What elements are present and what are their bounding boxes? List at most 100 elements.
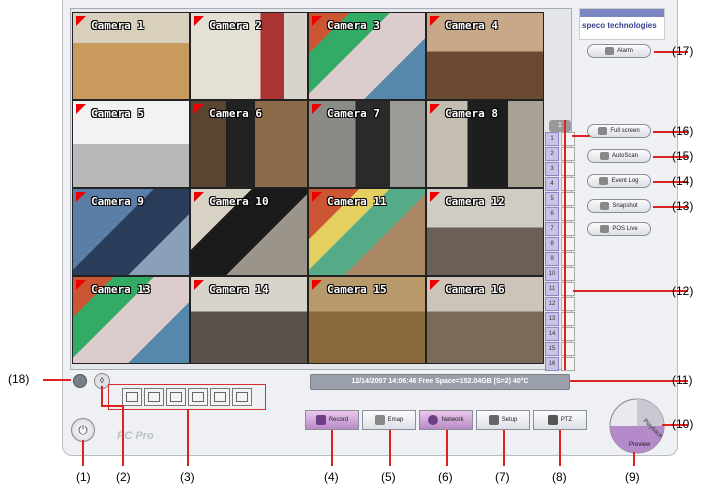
camera-tile[interactable]: Camera 1 xyxy=(72,12,190,100)
callout-13: (13) xyxy=(672,199,694,213)
pos-live-label: POS Live xyxy=(612,226,638,232)
camera-tile[interactable]: Camera 11 xyxy=(308,188,426,276)
camera-tile[interactable]: Camera 6 xyxy=(190,100,308,188)
split-16-button[interactable] xyxy=(188,388,208,406)
channel-number-button[interactable]: 16 xyxy=(545,357,559,371)
callout-line xyxy=(101,386,103,406)
split-9-button[interactable] xyxy=(166,388,186,406)
camera-tile[interactable]: Camera 2 xyxy=(190,12,308,100)
split-6-button[interactable] xyxy=(210,388,230,406)
full-screen-icon xyxy=(598,127,608,135)
record-flag-icon xyxy=(312,104,322,114)
channel-row: 10 xyxy=(545,267,575,281)
record-flag-icon xyxy=(430,104,440,114)
channel-row: 4 xyxy=(545,177,575,191)
channel-number-button[interactable]: 7 xyxy=(545,222,559,236)
camera-label: Camera 4 xyxy=(445,19,498,32)
channel-row: 3 xyxy=(545,162,575,176)
pos-live-button[interactable]: POS Live xyxy=(587,222,651,236)
preview-label: Preview xyxy=(629,442,651,448)
channel-row: 11 xyxy=(545,282,575,296)
record-label: Record xyxy=(328,417,349,423)
record-flag-icon xyxy=(76,16,86,26)
channel-number-button[interactable]: 15 xyxy=(545,342,559,356)
channel-row: 6 xyxy=(545,207,575,221)
camera-tile[interactable]: Camera 13 xyxy=(72,276,190,364)
camera-tile[interactable]: Camera 5 xyxy=(72,100,190,188)
setup-label: Setup xyxy=(501,417,518,423)
snapshot-button[interactable]: Snapshot xyxy=(587,199,651,213)
full-screen-button[interactable]: Full screen xyxy=(587,124,651,138)
camera-select-icon[interactable]: 1 xyxy=(549,120,571,132)
callout-4: (4) xyxy=(324,470,339,484)
channel-number-button[interactable]: 5 xyxy=(545,192,559,206)
brand-logo-text: speco technologies xyxy=(582,21,657,30)
setup-button[interactable]: Setup xyxy=(476,410,530,430)
channel-number-button[interactable]: 3 xyxy=(545,162,559,176)
camera-tile[interactable]: Camera 4 xyxy=(426,12,544,100)
stop-icon[interactable] xyxy=(73,374,87,388)
camera-tile[interactable]: Camera 14 xyxy=(190,276,308,364)
callout-3: (3) xyxy=(180,470,195,484)
playback-preview-dial: Playback Preview xyxy=(609,398,665,454)
split-13-button[interactable] xyxy=(232,388,252,406)
channel-number-button[interactable]: 4 xyxy=(545,177,559,191)
callout-6: (6) xyxy=(438,470,453,484)
camera-label: Camera 2 xyxy=(209,19,262,32)
ptz-button[interactable]: PTZ xyxy=(533,410,587,430)
channel-number-button[interactable]: 14 xyxy=(545,327,559,341)
camera-tile[interactable]: Camera 12 xyxy=(426,188,544,276)
split-1-button[interactable] xyxy=(122,388,142,406)
event-log-button[interactable]: Event Log xyxy=(587,174,651,188)
alarm-label: Alarm xyxy=(617,48,633,54)
callout-line xyxy=(82,440,84,466)
callout-7: (7) xyxy=(495,470,510,484)
channel-number-button[interactable]: 13 xyxy=(545,312,559,326)
channel-list: 1 2 3 4 5 6 7 8 9 10 11 12 13 14 15 16 xyxy=(545,132,575,372)
record-button[interactable]: Record xyxy=(305,410,359,430)
camera-tile[interactable]: Camera 16 xyxy=(426,276,544,364)
channel-row: 15 xyxy=(545,342,575,356)
alarm-button[interactable]: Alarm xyxy=(587,44,651,58)
camera-label: Camera 7 xyxy=(327,107,380,120)
camera-tile[interactable]: Camera 10 xyxy=(190,188,308,276)
camera-tile[interactable]: Camera 3 xyxy=(308,12,426,100)
record-flag-icon xyxy=(194,280,204,290)
callout-line xyxy=(573,290,688,292)
callout-line xyxy=(101,405,123,407)
callout-9: (9) xyxy=(625,470,640,484)
channel-number-button[interactable]: 1 xyxy=(545,132,559,146)
camera-label: Camera 5 xyxy=(91,107,144,120)
channel-number-button[interactable]: 2 xyxy=(545,147,559,161)
camera-tile[interactable]: Camera 9 xyxy=(72,188,190,276)
camera-tile[interactable]: Camera 8 xyxy=(426,100,544,188)
channel-row: 1 xyxy=(545,132,575,146)
autoscan-button[interactable]: AutoScan xyxy=(587,149,651,163)
power-button[interactable]: ⏻ xyxy=(71,418,95,442)
callout-5: (5) xyxy=(381,470,396,484)
callout-line xyxy=(446,430,448,466)
record-flag-icon xyxy=(312,16,322,26)
callout-17: (17) xyxy=(672,44,694,58)
callout-12: (12) xyxy=(672,284,694,298)
callout-line xyxy=(564,120,566,370)
network-button[interactable]: Network xyxy=(419,410,473,430)
channel-number-button[interactable]: 8 xyxy=(545,237,559,251)
callout-15: (15) xyxy=(672,149,694,163)
split-4-button[interactable] xyxy=(144,388,164,406)
channel-number-button[interactable]: 9 xyxy=(545,252,559,266)
callout-8: (8) xyxy=(552,470,567,484)
camera-tile[interactable]: Camera 7 xyxy=(308,100,426,188)
record-icon xyxy=(315,415,326,425)
camera-tile[interactable]: Camera 15 xyxy=(308,276,426,364)
camera-label: Camera 12 xyxy=(445,195,505,208)
channel-number-button[interactable]: 10 xyxy=(545,267,559,281)
record-flag-icon xyxy=(194,16,204,26)
channel-number-button[interactable]: 11 xyxy=(545,282,559,296)
emap-button[interactable]: Emap xyxy=(362,410,416,430)
channel-number-button[interactable]: 12 xyxy=(545,297,559,311)
channel-number-button[interactable]: 6 xyxy=(545,207,559,221)
record-flag-icon xyxy=(430,280,440,290)
channel-row: 16 xyxy=(545,357,575,371)
camera-label: Camera 1 xyxy=(91,19,144,32)
